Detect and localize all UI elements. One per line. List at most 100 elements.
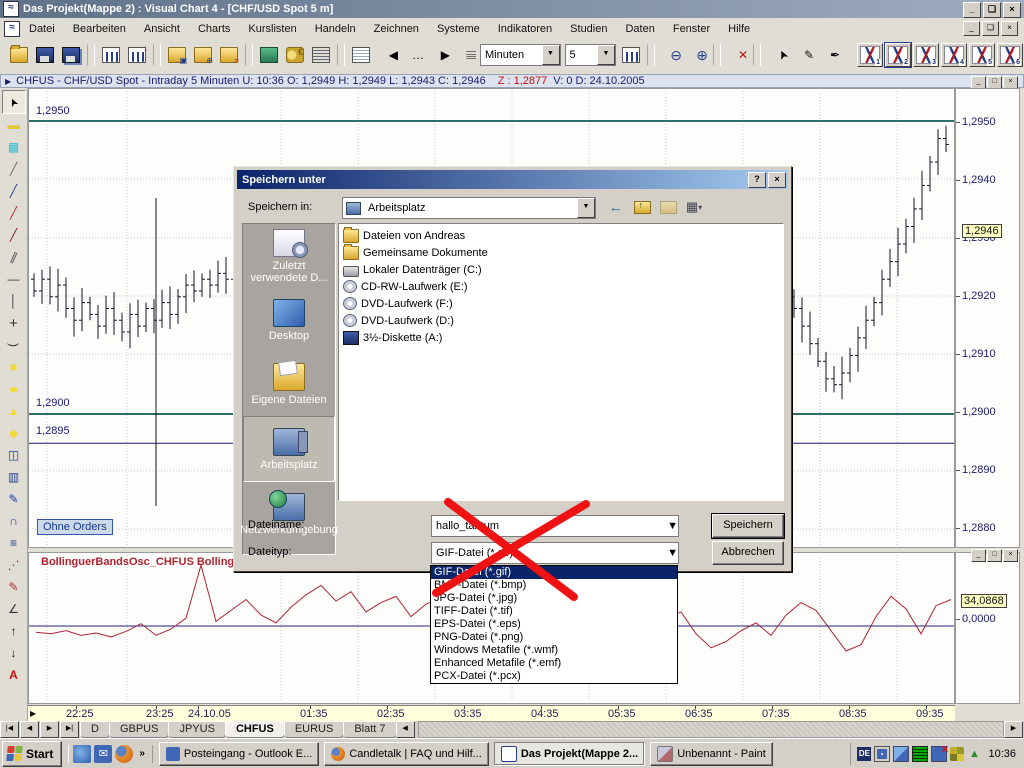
tab-nav-button[interactable]: ▶|: [60, 721, 79, 738]
drawing-tool-button[interactable]: ◫: [3, 444, 25, 466]
menu-item[interactable]: Zeichnen: [365, 20, 428, 38]
dialog-close-button[interactable]: ×: [768, 172, 786, 188]
chevron-down-icon[interactable]: ▼: [577, 198, 595, 218]
close-button[interactable]: ×: [1003, 2, 1021, 18]
dialog-help-button[interactable]: ?: [748, 172, 766, 188]
chevron-down-icon[interactable]: ▼: [667, 547, 678, 559]
toolbar-button[interactable]: ◀: [375, 43, 399, 67]
menu-item[interactable]: Charts: [189, 20, 239, 38]
toolbar-button[interactable]: [349, 43, 373, 67]
toolbar-button[interactable]: ➤: [765, 43, 789, 67]
menu-item[interactable]: Studien: [561, 20, 616, 38]
update-tray-icon[interactable]: ▲: [967, 747, 981, 761]
file-list-item[interactable]: 3½-Diskette (A:): [339, 329, 783, 346]
toolbar-button[interactable]: [257, 43, 281, 67]
drawing-tool-button[interactable]: ∩: [3, 510, 25, 532]
toolbar-button[interactable]: [713, 44, 721, 66]
tab-scroll-left-button[interactable]: ◀: [396, 721, 415, 738]
dialog-title-bar[interactable]: Speichern unter ? ×: [237, 170, 788, 189]
filetype-option[interactable]: PCX-Datei (*.pcx): [431, 670, 677, 683]
places-bar-item[interactable]: Arbeitsplatz: [243, 416, 335, 482]
drawing-tool-button[interactable]: ◆: [3, 422, 25, 444]
tab-nav-button[interactable]: |◀: [0, 721, 19, 738]
chart-preset-button[interactable]: 5: [969, 43, 995, 67]
chart-preset-button[interactable]: 4: [941, 43, 967, 67]
tab-scrollbar[interactable]: [418, 721, 1004, 738]
drawing-tool-button[interactable]: ≡: [3, 532, 25, 554]
filetype-option[interactable]: BMP-Datei (*.bmp): [431, 579, 677, 592]
sheet-tab[interactable]: EURUS: [284, 721, 345, 738]
drawing-tool-button[interactable]: ✎: [3, 488, 25, 510]
chart-preset-button[interactable]: 2: [885, 43, 911, 67]
places-bar-item[interactable]: Desktop: [243, 288, 335, 352]
chart-preset-button[interactable]: 6: [997, 43, 1023, 67]
tab-scroll-right-button[interactable]: ▶: [1004, 721, 1023, 738]
app-tray-icon[interactable]: [950, 747, 964, 761]
display-tray-icon[interactable]: [874, 746, 890, 762]
menu-item[interactable]: Daten: [616, 20, 663, 38]
drawing-tool-button[interactable]: +: [3, 312, 25, 334]
drawing-tool-button[interactable]: ╱: [3, 224, 25, 246]
toolbar-button[interactable]: [165, 43, 189, 67]
pane-restore-button[interactable]: □: [987, 549, 1002, 562]
taskbar-task-button[interactable]: Das Projekt(Mappe 2...: [494, 742, 645, 766]
menu-item[interactable]: Hilfe: [719, 20, 759, 38]
outlook-icon[interactable]: ✉: [94, 745, 112, 763]
volume-tray-icon[interactable]: [912, 746, 928, 762]
toolbar-button[interactable]: [7, 43, 31, 67]
drawing-tool-button[interactable]: ∥: [3, 246, 25, 268]
drawing-tool-button[interactable]: ▬: [3, 114, 25, 136]
places-bar-item[interactable]: Netzwerkumgebung: [243, 482, 335, 546]
drawing-tool-button[interactable]: ╱: [3, 158, 25, 180]
toolbar-button[interactable]: [337, 44, 345, 66]
toolbar-button[interactable]: [59, 43, 83, 67]
filetype-option[interactable]: EPS-Datei (*.eps): [431, 618, 677, 631]
toolbar-button[interactable]: [87, 44, 95, 66]
toolbar-button[interactable]: [191, 43, 215, 67]
file-list-item[interactable]: CD-RW-Laufwerk (E:): [339, 278, 783, 295]
drawing-tool-button[interactable]: │: [3, 290, 25, 312]
drawing-tool-button[interactable]: ↑: [3, 620, 25, 642]
filetype-option[interactable]: JPG-Datei (*.jpg): [431, 592, 677, 605]
time-axis[interactable]: ▶ 22:2523:2524.10.0501:3502:3503:3504:35…: [28, 705, 955, 722]
sheet-tab[interactable]: GBPUS: [109, 721, 170, 738]
mdi-minimize-button[interactable]: _: [963, 21, 980, 36]
new-folder-button[interactable]: [658, 198, 678, 216]
filetype-option[interactable]: TIFF-Datei (*.tif): [431, 605, 677, 618]
toolbar-button[interactable]: ✎: [791, 43, 815, 67]
mdi-restore-button[interactable]: ❏: [982, 21, 999, 36]
file-list-item[interactable]: Gemeinsame Dokumente: [339, 244, 783, 261]
quick-launch-overflow-chevron[interactable]: »: [139, 748, 145, 759]
menu-item[interactable]: Kurslisten: [239, 20, 305, 38]
toolbar-button[interactable]: 𝄙: [453, 43, 477, 67]
drawing-tool-button[interactable]: ✎: [3, 576, 25, 598]
menu-item[interactable]: Fenster: [664, 20, 719, 38]
toolbar-button[interactable]: …: [401, 43, 425, 67]
indicator-axis[interactable]: 34,0868 0,0000: [955, 552, 1020, 704]
menu-item[interactable]: Indikatoren: [489, 20, 561, 38]
chevron-down-icon[interactable]: ▼: [667, 520, 678, 532]
drawing-tool-button[interactable]: —: [3, 268, 25, 290]
toolbar-button[interactable]: [217, 43, 241, 67]
toolbar-button[interactable]: ▶: [427, 43, 451, 67]
back-button[interactable]: ←: [606, 198, 626, 216]
toolbar-button[interactable]: ⊖: [659, 43, 683, 67]
drawing-tool-button[interactable]: ▦: [3, 136, 25, 158]
drawing-tool-button[interactable]: ■: [3, 356, 25, 378]
filetype-combobox[interactable]: GIF-Datei (*.gif) ▼: [431, 542, 679, 564]
chevron-down-icon[interactable]: ▼: [597, 45, 615, 65]
file-list-item[interactable]: Lokaler Datenträger (C:): [339, 261, 783, 278]
drawing-tool-button[interactable]: ╱: [3, 180, 25, 202]
menu-item[interactable]: Ansicht: [135, 20, 189, 38]
pane-minimize-button[interactable]: _: [971, 549, 986, 562]
menu-item[interactable]: Handeln: [306, 20, 365, 38]
drawing-tool-button[interactable]: ▲: [3, 400, 25, 422]
network-disconnected-icon[interactable]: [931, 746, 947, 762]
drawing-tool-button[interactable]: ): [3, 334, 25, 356]
network-tray-icon[interactable]: [893, 746, 909, 762]
places-bar-item[interactable]: Eigene Dateien: [243, 352, 335, 416]
toolbar-button[interactable]: [99, 43, 123, 67]
chevron-down-icon[interactable]: ▼: [542, 45, 560, 65]
taskbar-task-button[interactable]: Unbenannt - Paint: [650, 742, 773, 766]
drawing-tool-button[interactable]: ▥: [3, 466, 25, 488]
